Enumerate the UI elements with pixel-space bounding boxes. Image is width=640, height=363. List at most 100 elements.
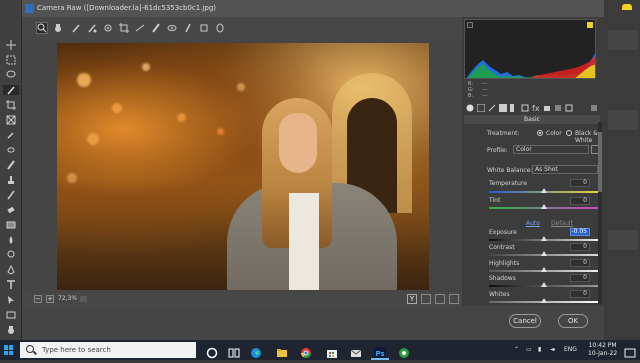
shadow-clip-warning[interactable] — [467, 22, 473, 28]
zoom-tool-icon[interactable] — [36, 22, 48, 34]
taskbar-search[interactable]: Type here to search — [20, 342, 196, 358]
eraser-icon[interactable] — [3, 205, 19, 215]
brush-icon[interactable] — [3, 160, 19, 170]
shadows-value[interactable]: 0 — [570, 274, 590, 282]
gradient-icon[interactable] — [3, 220, 19, 230]
white-balance-icon[interactable] — [70, 22, 82, 34]
chrome-icon[interactable] — [300, 344, 312, 358]
notifications-icon[interactable] — [624, 344, 636, 358]
zoom-dropdown[interactable] — [80, 296, 87, 302]
quick-select-icon[interactable] — [2, 85, 19, 95]
panel-scrollbar[interactable] — [598, 122, 602, 304]
cortana-icon[interactable] — [206, 344, 218, 359]
treatment-bw-radio[interactable] — [566, 130, 572, 136]
tab-effects[interactable]: fx — [532, 104, 540, 112]
highlight-clip-warning[interactable] — [587, 22, 593, 28]
temperature-value[interactable]: 0 — [570, 179, 590, 187]
windows-start-icon[interactable] — [4, 345, 14, 355]
mail-icon[interactable] — [350, 344, 362, 357]
hand-tool-icon[interactable] — [52, 22, 64, 34]
copy-settings-button[interactable] — [435, 294, 445, 304]
toggle-settings-button[interactable] — [449, 294, 459, 304]
whites-thumb[interactable] — [541, 298, 547, 303]
blur-icon[interactable] — [3, 235, 19, 245]
whites-value[interactable]: 0 — [570, 290, 590, 298]
highlights-value[interactable]: 0 — [570, 259, 590, 267]
side-panel-block[interactable] — [608, 230, 638, 250]
store-icon[interactable] — [326, 344, 338, 358]
zoom-in-button[interactable]: + — [46, 295, 54, 303]
task-view-icon[interactable] — [228, 344, 240, 358]
tab-tone-curve[interactable] — [477, 104, 485, 112]
tab-detail[interactable] — [488, 104, 496, 112]
temperature-thumb[interactable] — [541, 188, 547, 193]
white-balance-dropdown[interactable]: As Shot — [532, 165, 598, 174]
shadows-thumb[interactable] — [541, 282, 547, 287]
tab-presets[interactable] — [554, 104, 562, 112]
chrome-taskbar-icon[interactable] — [398, 344, 410, 358]
highlights-label: Highlights — [489, 260, 520, 267]
tint-value[interactable]: 0 — [570, 197, 590, 205]
move-icon[interactable] — [3, 40, 19, 50]
crop-tool-icon[interactable] — [118, 22, 130, 34]
tab-split-toning[interactable] — [510, 104, 518, 112]
swap-view-button[interactable] — [421, 294, 431, 304]
language-indicator[interactable]: ENG — [564, 346, 577, 353]
contrast-thumb[interactable] — [541, 251, 547, 256]
highlights-thumb[interactable] — [541, 267, 547, 272]
path-select-icon[interactable] — [3, 295, 19, 305]
tab-lens[interactable] — [521, 104, 529, 112]
tab-calibration[interactable] — [543, 104, 551, 112]
healing-icon[interactable] — [3, 145, 19, 155]
hand-icon[interactable] — [3, 325, 19, 335]
type-icon[interactable] — [3, 280, 19, 290]
adjustment-brush-icon[interactable] — [182, 22, 194, 34]
stamp-icon[interactable] — [3, 175, 19, 185]
tint-thumb[interactable] — [541, 204, 547, 209]
tab-hsl[interactable] — [499, 104, 507, 112]
straighten-icon[interactable] — [134, 22, 146, 34]
lasso-icon[interactable] — [3, 70, 19, 80]
cancel-button[interactable]: Cancel — [509, 314, 541, 328]
red-eye-icon[interactable] — [166, 22, 178, 34]
tab-snapshots[interactable] — [565, 104, 573, 112]
color-sampler-icon[interactable] — [86, 22, 98, 34]
default-link[interactable]: Default — [551, 220, 573, 227]
dodge-icon[interactable] — [3, 250, 19, 260]
contrast-value[interactable]: 0 — [570, 243, 590, 251]
ok-button[interactable]: OK — [558, 314, 588, 328]
frame-icon[interactable] — [3, 115, 19, 125]
eyedropper-icon[interactable] — [3, 130, 19, 140]
battery-icon[interactable]: ▮ — [538, 346, 541, 353]
photoshop-taskbar-icon[interactable]: Ps — [371, 344, 389, 360]
tab-basic[interactable] — [466, 104, 474, 112]
pen-icon[interactable] — [3, 265, 19, 275]
taskbar-clock[interactable]: 10:42 PM 10-Jan-22 — [588, 342, 617, 358]
auto-link[interactable]: Auto — [526, 220, 540, 227]
preview-area — [22, 41, 462, 292]
zoom-out-button[interactable]: − — [34, 295, 42, 303]
radial-filter-icon[interactable] — [214, 22, 226, 34]
graduated-filter-icon[interactable] — [198, 22, 210, 34]
camera-raw-window: Camera Raw ([Downloader.la]-61dc5353cb0c… — [22, 0, 604, 340]
crop-icon[interactable] — [3, 100, 19, 110]
panel-menu-icon[interactable] — [590, 104, 598, 112]
volume-icon[interactable]: ◄ — [550, 346, 555, 353]
treatment-color-radio[interactable] — [537, 130, 543, 136]
side-panel-block[interactable] — [608, 110, 638, 130]
targeted-adjust-icon[interactable] — [102, 22, 114, 34]
profile-dropdown[interactable]: Color — [513, 145, 589, 154]
history-brush-icon[interactable] — [3, 190, 19, 200]
tray-arrow-icon[interactable]: ⌃ — [514, 346, 519, 353]
network-icon[interactable]: ▭ — [526, 346, 532, 353]
spot-removal-icon[interactable] — [150, 22, 162, 34]
file-explorer-icon[interactable] — [276, 344, 288, 357]
edge-icon[interactable] — [250, 344, 262, 358]
exposure-value[interactable]: -0.05 — [570, 228, 590, 236]
compare-view-button[interactable]: Y — [407, 294, 417, 304]
preview-image[interactable] — [57, 43, 429, 290]
shape-icon[interactable] — [3, 310, 19, 320]
marquee-icon[interactable] — [3, 55, 19, 65]
exposure-thumb[interactable] — [541, 236, 547, 241]
side-panel-block[interactable] — [608, 30, 638, 50]
